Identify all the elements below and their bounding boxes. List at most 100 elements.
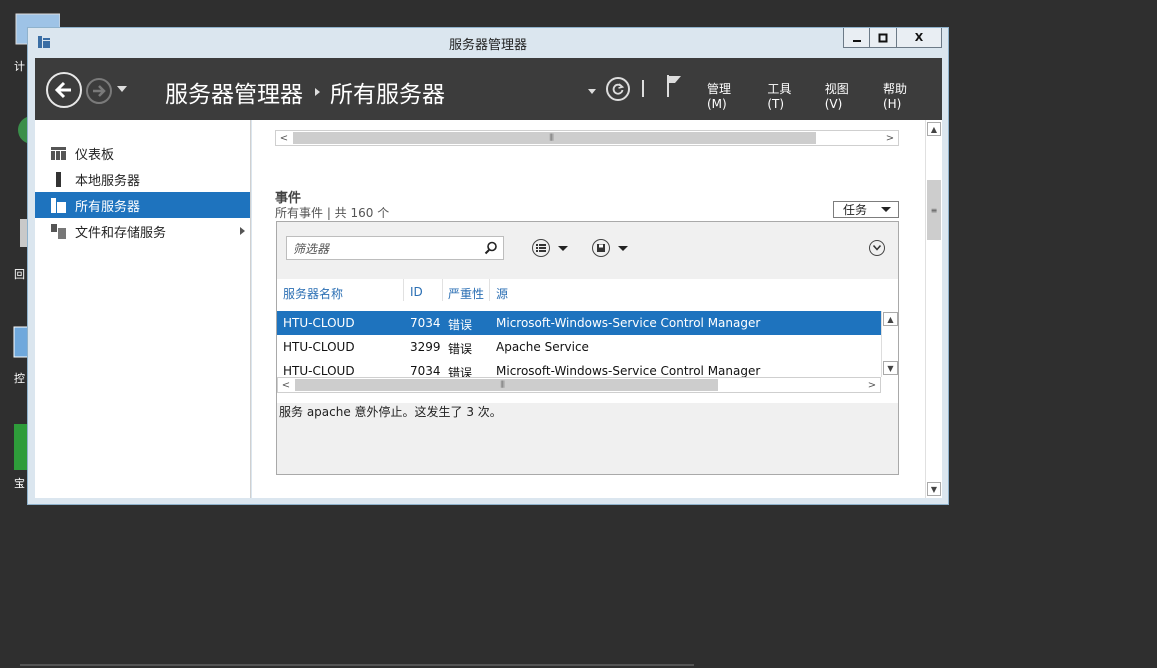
grip-icon: ||| [500,380,505,388]
main-vertical-scrollbar[interactable]: ▲ ≡ ▼ [925,120,942,498]
refresh-icon [612,83,625,95]
cell-source: Microsoft-Windows-Service Control Manage… [496,364,761,377]
breadcrumb: 服务器管理器 所有服务器 [165,75,445,109]
menu-view[interactable]: 视图(V) [825,80,866,111]
desktop-label-app: 宝 [14,477,25,490]
scroll-thumb[interactable] [293,132,816,144]
taskbar-edge [20,664,694,666]
window-title: 服务器管理器 [448,38,527,53]
list-options-dropdown[interactable] [558,246,568,251]
cell-id: 7034 [410,316,441,330]
top-horizontal-scrollbar[interactable]: < ||| > [275,130,899,146]
list-options-button[interactable] [532,239,550,257]
cell-severity: 错误 [448,318,473,332]
nav-history-dropdown[interactable] [117,86,127,92]
expand-arrow-icon[interactable] [240,227,245,235]
menu-bar: 管理(M) 工具(T) 视图(V) 帮助(H) [707,80,942,111]
app-header: 服务器管理器 所有服务器 管理(M) 工具(T) 视图(V) 帮助(H) [35,58,942,120]
scroll-right-icon[interactable]: > [882,131,898,145]
notifications-flag-icon[interactable] [665,74,683,98]
menu-help[interactable]: 帮助(H) [883,80,925,111]
chevron-down-icon [873,245,881,251]
maximize-icon [878,33,888,42]
col-source[interactable]: 源 [496,285,508,302]
scroll-thumb[interactable] [295,379,718,391]
desktop-label-recycle: 回 [14,268,25,281]
col-severity[interactable]: 严重性 [448,285,484,302]
title-bar[interactable]: 服务器管理器 X [28,28,948,56]
filter-placeholder: 筛选器 [293,241,330,256]
desktop-label-control: 控 [14,372,25,385]
sidebar-item-file-storage[interactable]: 文件和存储服务 [35,218,250,244]
sidebar-item-label: 本地服务器 [75,173,141,189]
scroll-thumb[interactable]: ≡ [927,180,941,240]
server-icon [56,171,61,187]
col-server-name[interactable]: 服务器名称 [283,285,343,302]
scroll-left-icon[interactable]: < [276,131,292,145]
scroll-down-icon[interactable]: ▼ [927,482,941,496]
breadcrumb-dropdown[interactable] [588,89,596,94]
sidebar-item-local-server[interactable]: 本地服务器 [35,166,250,192]
maximize-button[interactable] [870,28,897,48]
expand-panel-button[interactable] [869,240,885,256]
event-detail-text: 服务 apache 意外停止。这发生了 3 次。 [279,405,502,419]
sidebar: 仪表板 本地服务器 所有服务器 文件和存储服务 [35,120,251,498]
table-row[interactable]: HTU-CLOUD 3299 错误 Apache Service [277,335,881,359]
save-query-dropdown[interactable] [618,246,628,251]
cell-server: HTU-CLOUD [283,340,355,354]
events-table: 服务器名称 ID 严重性 源 HTU-CLOUD 7034 错误 Microso… [277,279,898,403]
scroll-up-icon[interactable]: ▲ [883,312,898,326]
cell-server: HTU-CLOUD [283,316,355,330]
list-icon [536,244,546,252]
main-content: < ||| > 事件 所有事件 | 共 160 个 任务 筛选器 服务器名称 I… [252,120,925,498]
breadcrumb-current: 所有服务器 [330,82,445,108]
scroll-down-icon[interactable]: ▼ [883,361,898,375]
scroll-left-icon[interactable]: < [278,378,294,392]
tasks-dropdown-button[interactable]: 任务 [833,201,899,218]
storage-icon [51,223,66,239]
menu-tools[interactable]: 工具(T) [767,80,807,111]
table-vertical-scrollbar[interactable]: ▲ ▼ [881,311,898,377]
close-button[interactable]: X [897,28,942,48]
save-icon [597,244,605,252]
sidebar-item-label: 仪表板 [75,147,115,163]
chevron-right-icon [315,88,320,96]
refresh-button[interactable] [606,77,630,101]
table-row[interactable]: HTU-CLOUD 7034 错误 Microsoft-Windows-Serv… [277,359,881,377]
sidebar-item-all-servers[interactable]: 所有服务器 [35,192,250,218]
table-horizontal-scrollbar[interactable]: < ||| > [277,377,881,393]
back-button[interactable] [46,72,82,108]
header-separator [642,80,644,97]
tasks-label: 任务 [843,203,868,217]
scroll-up-icon[interactable]: ▲ [927,122,941,136]
column-divider[interactable] [489,279,490,301]
breadcrumb-root[interactable]: 服务器管理器 [165,75,303,109]
cell-id: 7034 [410,364,441,377]
sidebar-item-dashboard[interactable]: 仪表板 [35,140,250,166]
grip-icon: ||| [549,133,554,141]
forward-button[interactable] [86,78,112,104]
filter-input[interactable]: 筛选器 [286,236,504,260]
events-subtitle: 所有事件 | 共 160 个 [275,206,390,220]
close-icon: X [914,31,924,44]
search-icon[interactable] [484,241,498,255]
scroll-right-icon[interactable]: > [864,378,880,392]
cell-id: 3299 [410,340,441,354]
servers-icon [51,197,66,213]
column-divider[interactable] [403,279,404,301]
arrow-left-icon [54,81,71,99]
col-id[interactable]: ID [410,285,423,299]
minimize-button[interactable] [843,28,870,48]
table-row[interactable]: HTU-CLOUD 7034 错误 Microsoft-Windows-Serv… [277,311,881,335]
chevron-down-icon [881,207,891,212]
save-query-button[interactable] [592,239,610,257]
arrow-right-icon [93,85,106,97]
cell-severity: 错误 [448,366,473,377]
sidebar-item-label: 所有服务器 [75,199,141,215]
column-divider[interactable] [442,279,443,301]
desktop-label-computer: 计 [14,60,25,73]
cell-severity: 错误 [448,342,473,356]
menu-manage[interactable]: 管理(M) [707,80,750,111]
cell-source: Apache Service [496,340,589,354]
minimize-icon [852,39,861,42]
